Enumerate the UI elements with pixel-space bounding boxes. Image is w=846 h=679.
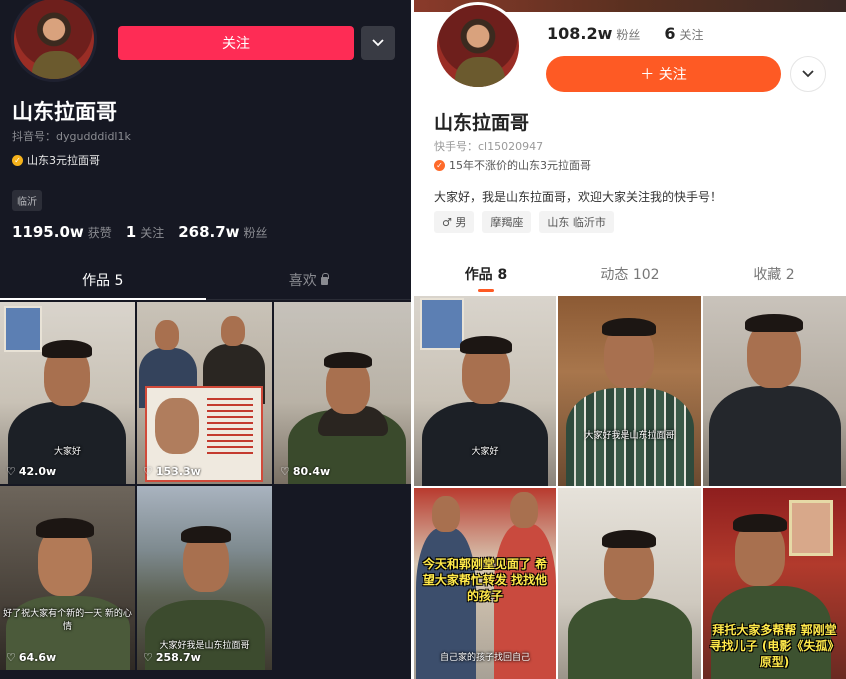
stat-followers[interactable]: 108.2w 粉丝	[547, 24, 640, 43]
profile-bio: 大家好，我是山东拉面哥，欢迎大家关注我的快手号！	[434, 190, 723, 204]
video-subtitle: 大家好	[53, 447, 81, 457]
heart-icon: ♡	[6, 465, 16, 478]
verified-icon: ✓	[12, 154, 23, 166]
video-thumbnail[interactable]: ♡ 153.3w	[137, 302, 272, 484]
tab-moments[interactable]: 动态 102	[558, 258, 702, 294]
tab-works[interactable]: 作品 5	[0, 262, 206, 300]
stat-followers[interactable]: 268.7w 粉丝	[178, 222, 267, 241]
chevron-down-icon	[802, 70, 814, 78]
video-thumbnail[interactable]	[558, 488, 701, 679]
tag-gender: ♂ 男	[434, 211, 475, 233]
tab-works[interactable]: 作品 8	[414, 258, 558, 294]
video-subtitle: 大家好我是山东拉面哥	[159, 641, 250, 651]
video-thumbnail[interactable]: 大家好我是山东拉面哥	[558, 296, 701, 486]
video-grid: 大家好 大家好我是山东拉面哥 今天和郭刚堂见面了 希望大家帮忙转发 找找他的孩子…	[414, 296, 846, 679]
video-caption: 今天和郭刚堂见面了 希望大家帮忙转发 找找他的孩子	[422, 557, 548, 603]
chevron-down-icon	[372, 39, 384, 47]
verification-badge: ✓ 山东3元拉面哥	[12, 152, 100, 168]
video-thumbnail[interactable]: 大家好我是山东拉面哥 ♡ 258.7w	[137, 486, 272, 670]
video-thumbnail[interactable]: 大家好 ♡ 42.0w	[0, 302, 135, 484]
kuaishou-profile-panel: 108.2w 粉丝 6 关注 ＋ 关注 山东拉面哥 快手号：cl15020947 ✓…	[414, 0, 846, 679]
profile-stats: 1195.0w 获赞 1 关注 268.7w 粉丝	[12, 222, 268, 241]
profile-tags: ♂ 男 摩羯座 山东 临沂市	[434, 211, 614, 233]
tab-likes[interactable]: 喜欢	[206, 262, 412, 299]
account-id: 快手号：cl15020947	[434, 140, 544, 153]
heart-icon: ♡	[143, 651, 153, 664]
account-id: 抖音号：dygudddidl1k	[12, 130, 131, 143]
video-thumbnail[interactable]: 拜托大家多帮帮 郭刚堂寻找儿子 (电影《失孤》原型)	[703, 488, 846, 679]
lock-icon	[320, 273, 329, 285]
more-options-button[interactable]	[361, 26, 395, 60]
stat-following[interactable]: 1 关注	[126, 222, 164, 241]
verification-text: 山东3元拉面哥	[27, 154, 100, 167]
like-count: ♡ 80.4w	[280, 465, 331, 478]
verification-badge: ✓ 15年不涨价的山东3元拉面哥	[434, 157, 591, 173]
heart-icon: ♡	[280, 465, 290, 478]
location-tag: 临沂	[12, 190, 42, 211]
like-count: ♡ 258.7w	[143, 651, 201, 664]
like-count: ♡ 42.0w	[6, 465, 57, 478]
avatar[interactable]	[11, 0, 97, 82]
video-thumbnail[interactable]: 今天和郭刚堂见面了 希望大家帮忙转发 找找他的孩子 自己家的孩子找回自己	[414, 488, 556, 679]
video-thumbnail[interactable]: 大家好	[414, 296, 556, 486]
heart-icon: ♡	[6, 651, 16, 664]
like-count: ♡ 153.3w	[143, 465, 201, 478]
video-thumbnail[interactable]	[703, 296, 846, 486]
video-subtitle: 好了祝大家有个新的一天 新的心情	[3, 609, 132, 632]
verification-text: 15年不涨价的山东3元拉面哥	[449, 159, 591, 172]
profile-nickname: 山东拉面哥	[434, 112, 530, 134]
video-caption: 拜托大家多帮帮 郭刚堂寻找儿子 (电影《失孤》原型)	[709, 623, 840, 669]
follow-button[interactable]: 关注	[118, 26, 354, 60]
video-thumbnail[interactable]: ♡ 80.4w	[274, 302, 411, 484]
avatar[interactable]	[434, 2, 522, 90]
profile-nickname: 山东拉面哥	[12, 100, 117, 124]
profile-tabs: 作品 5 喜欢	[0, 262, 411, 300]
video-subtitle: 自己家的孩子找回自己	[439, 653, 530, 663]
tag-zodiac: 摩羯座	[482, 211, 532, 233]
profile-tabs: 作品 8 动态 102 收藏 2	[414, 258, 846, 294]
tab-favorites[interactable]: 收藏 2	[702, 258, 846, 294]
video-subtitle: 大家好我是山东拉面哥	[584, 431, 675, 441]
douyin-profile-panel: 关注 山东拉面哥 抖音号：dygudddidl1k ✓ 山东3元拉面哥 临沂 1…	[0, 0, 411, 679]
stat-likes[interactable]: 1195.0w 获赞	[12, 222, 112, 241]
video-subtitle: 大家好	[471, 447, 499, 457]
more-options-button[interactable]	[790, 56, 826, 92]
tag-location: 山东 临沂市	[539, 211, 614, 233]
video-thumbnail[interactable]: 好了祝大家有个新的一天 新的心情 ♡ 64.6w	[0, 486, 135, 670]
like-count: ♡ 64.6w	[6, 651, 57, 664]
heart-icon: ♡	[143, 465, 153, 478]
profile-stats: 108.2w 粉丝 6 关注	[547, 24, 704, 43]
stat-following[interactable]: 6 关注	[664, 24, 703, 43]
verified-icon: ✓	[434, 159, 445, 171]
follow-button[interactable]: ＋ 关注	[546, 56, 781, 92]
